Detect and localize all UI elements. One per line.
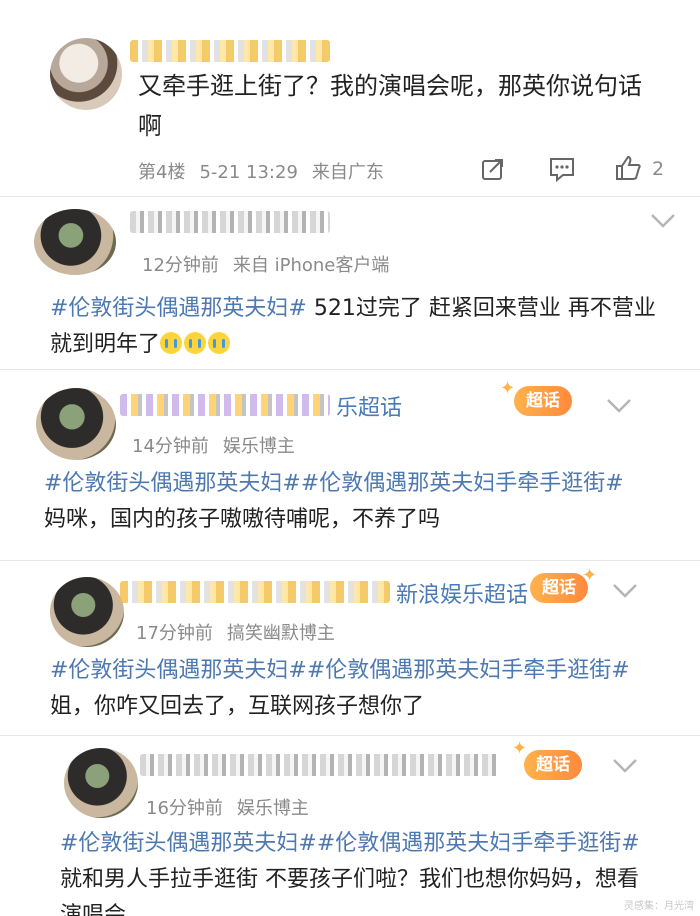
comment-location: 来自广东 <box>311 162 384 183</box>
sparkle-icon: ✦ <box>512 738 528 759</box>
super-topic-name[interactable]: 乐超话 <box>336 390 402 422</box>
hashtag-link[interactable]: #伦敦街头偶遇那英夫妇# <box>50 296 307 321</box>
post-card: ✦ 超话 16分钟前 娱乐博主 #伦敦街头偶遇那英夫妇##伦敦偶遇那英夫妇手牵手逛… <box>0 736 700 916</box>
like-icon[interactable] <box>614 154 642 182</box>
post-meta: 14分钟前 娱乐博主 <box>132 432 309 458</box>
crying-emoji-icon <box>160 332 183 354</box>
post-time: 16分钟前 <box>146 798 223 819</box>
like-count: 2 <box>652 158 665 180</box>
post-source: 娱乐博主 <box>236 798 309 819</box>
crying-emoji-icon <box>208 332 231 354</box>
post-card: 乐超话 ✦ 超话 14分钟前 娱乐博主 #伦敦街头偶遇那英夫妇##伦敦偶遇那英夫妇… <box>0 370 700 560</box>
top-comment: 又牵手逛上街了？我的演唱会呢，那英你说句话啊 第4楼 5-21 13:29 来自广东… <box>0 0 700 196</box>
hashtag-link[interactable]: #伦敦街头偶遇那英夫妇##伦敦偶遇那英夫妇手牵手逛街# <box>50 658 630 683</box>
post-source: 娱乐博主 <box>222 436 295 457</box>
post-meta: 12分钟前 来自 iPhone客户端 <box>142 251 403 277</box>
avatar[interactable] <box>50 38 122 110</box>
chaohua-badge[interactable]: 超话 <box>524 750 582 780</box>
post-source: 搞笑幽默博主 <box>226 623 335 644</box>
avatar[interactable] <box>34 209 116 275</box>
post-text: #伦敦街头偶遇那英夫妇# 521过完了 赶紧回来营业 再不营业 就到明年了 <box>50 291 675 363</box>
comment-date: 5-21 13:29 <box>199 162 298 183</box>
avatar[interactable] <box>50 577 124 647</box>
username-blurred[interactable] <box>140 754 500 776</box>
floor-number: 第4楼 <box>138 162 186 183</box>
post-text: #伦敦街头偶遇那英夫妇##伦敦偶遇那英夫妇手牵手逛街# 妈咪，国内的孩子嗷嗷待哺呢… <box>44 466 644 538</box>
comment-meta: 第4楼 5-21 13:29 来自广东 <box>138 158 398 184</box>
watermark: 灵感集：月光湾 <box>624 901 694 912</box>
post-body: 妈咪，国内的孩子嗷嗷待哺呢，不养了吗 <box>44 507 441 532</box>
post-time: 14分钟前 <box>132 436 209 457</box>
super-topic-name[interactable]: 新浪娱乐超话 <box>396 577 528 609</box>
post-text: #伦敦街头偶遇那英夫妇##伦敦偶遇那英夫妇手牵手逛街# 姐，你咋又回去了，互联网孩… <box>50 653 650 725</box>
hashtag-link[interactable]: #伦敦街头偶遇那英夫妇##伦敦偶遇那英夫妇手牵手逛街# <box>44 471 624 496</box>
comment-text: 又牵手逛上街了？我的演唱会呢，那英你说句话啊 <box>138 72 642 140</box>
post-card: 12分钟前 来自 iPhone客户端 #伦敦街头偶遇那英夫妇# 521过完了 赶紧… <box>0 197 700 369</box>
comment-icon[interactable] <box>548 156 576 182</box>
chevron-down-icon[interactable] <box>650 213 676 229</box>
chevron-down-icon[interactable] <box>612 758 638 774</box>
post-meta: 16分钟前 娱乐博主 <box>146 794 323 820</box>
username-blurred[interactable] <box>120 581 390 603</box>
sparkle-icon: ✦ <box>500 378 516 399</box>
post-card: 新浪娱乐超话 ✦ 超话 17分钟前 搞笑幽默博主 #伦敦街头偶遇那英夫妇##伦敦偶… <box>0 561 700 735</box>
username-blurred[interactable] <box>120 394 330 416</box>
post-text: #伦敦街头偶遇那英夫妇##伦敦偶遇那英夫妇手牵手逛街# 就和男人手拉手逛街 不要孩… <box>60 826 640 916</box>
post-time: 12分钟前 <box>142 255 219 276</box>
username-blurred[interactable] <box>130 40 330 62</box>
post-source: 来自 iPhone客户端 <box>232 255 390 276</box>
chevron-down-icon[interactable] <box>606 398 632 414</box>
avatar[interactable] <box>64 748 138 818</box>
avatar[interactable] <box>36 388 116 460</box>
post-body: 就和男人手拉手逛街 不要孩子们啦？我们也想你妈妈，想看演唱会 <box>60 867 639 916</box>
username-blurred[interactable] <box>130 211 330 233</box>
crying-emoji-icon <box>184 332 207 354</box>
post-meta: 17分钟前 搞笑幽默博主 <box>136 619 349 645</box>
chaohua-badge[interactable]: 超话 <box>514 386 572 416</box>
chevron-down-icon[interactable] <box>612 583 638 599</box>
post-body: 姐，你咋又回去了，互联网孩子想你了 <box>50 694 425 719</box>
share-icon[interactable] <box>480 156 506 182</box>
chaohua-badge[interactable]: 超话 <box>530 573 588 603</box>
post-time: 17分钟前 <box>136 623 213 644</box>
hashtag-link[interactable]: #伦敦街头偶遇那英夫妇##伦敦偶遇那英夫妇手牵手逛街# <box>60 831 640 856</box>
